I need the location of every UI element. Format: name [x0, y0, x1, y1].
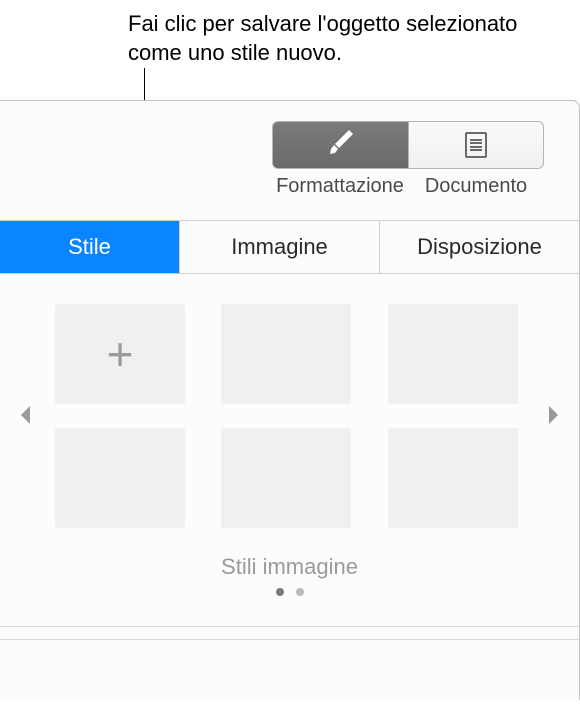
page-dot-2[interactable] — [296, 588, 304, 596]
styles-prev-arrow[interactable] — [18, 404, 32, 433]
document-icon — [465, 132, 487, 158]
document-button-label: Documento — [425, 175, 527, 198]
style-tile[interactable] — [221, 304, 351, 404]
style-tile[interactable] — [221, 428, 351, 528]
style-tile[interactable] — [55, 428, 185, 528]
add-style-tile[interactable]: + — [55, 304, 185, 404]
styles-grid: + — [55, 304, 524, 528]
section-divider — [0, 626, 579, 640]
paintbrush-icon — [326, 128, 356, 163]
page-indicator — [55, 588, 524, 596]
tab-image[interactable]: Immagine — [180, 221, 380, 273]
page-dot-1[interactable] — [276, 588, 284, 596]
toolbar: Formattazione Documento — [0, 101, 579, 198]
styles-caption: Stili immagine — [55, 554, 524, 580]
style-tile[interactable] — [388, 428, 518, 528]
tab-layout[interactable]: Disposizione — [380, 221, 579, 273]
callout-text: Fai clic per salvare l'oggetto seleziona… — [128, 10, 568, 67]
format-button-icon-box — [272, 121, 408, 169]
style-tile[interactable] — [388, 304, 518, 404]
format-button[interactable]: Formattazione — [272, 121, 408, 198]
styles-area: + Stili immagine — [0, 274, 579, 606]
format-panel: Formattazione Documento Stile Immagine D… — [0, 100, 580, 700]
document-button[interactable]: Documento — [408, 121, 544, 198]
inspector-tabs: Stile Immagine Disposizione — [0, 220, 579, 274]
styles-next-arrow[interactable] — [547, 404, 561, 433]
plus-icon: + — [107, 331, 134, 377]
document-button-icon-box — [408, 121, 544, 169]
format-button-label: Formattazione — [276, 175, 404, 198]
tab-style[interactable]: Stile — [0, 221, 180, 273]
